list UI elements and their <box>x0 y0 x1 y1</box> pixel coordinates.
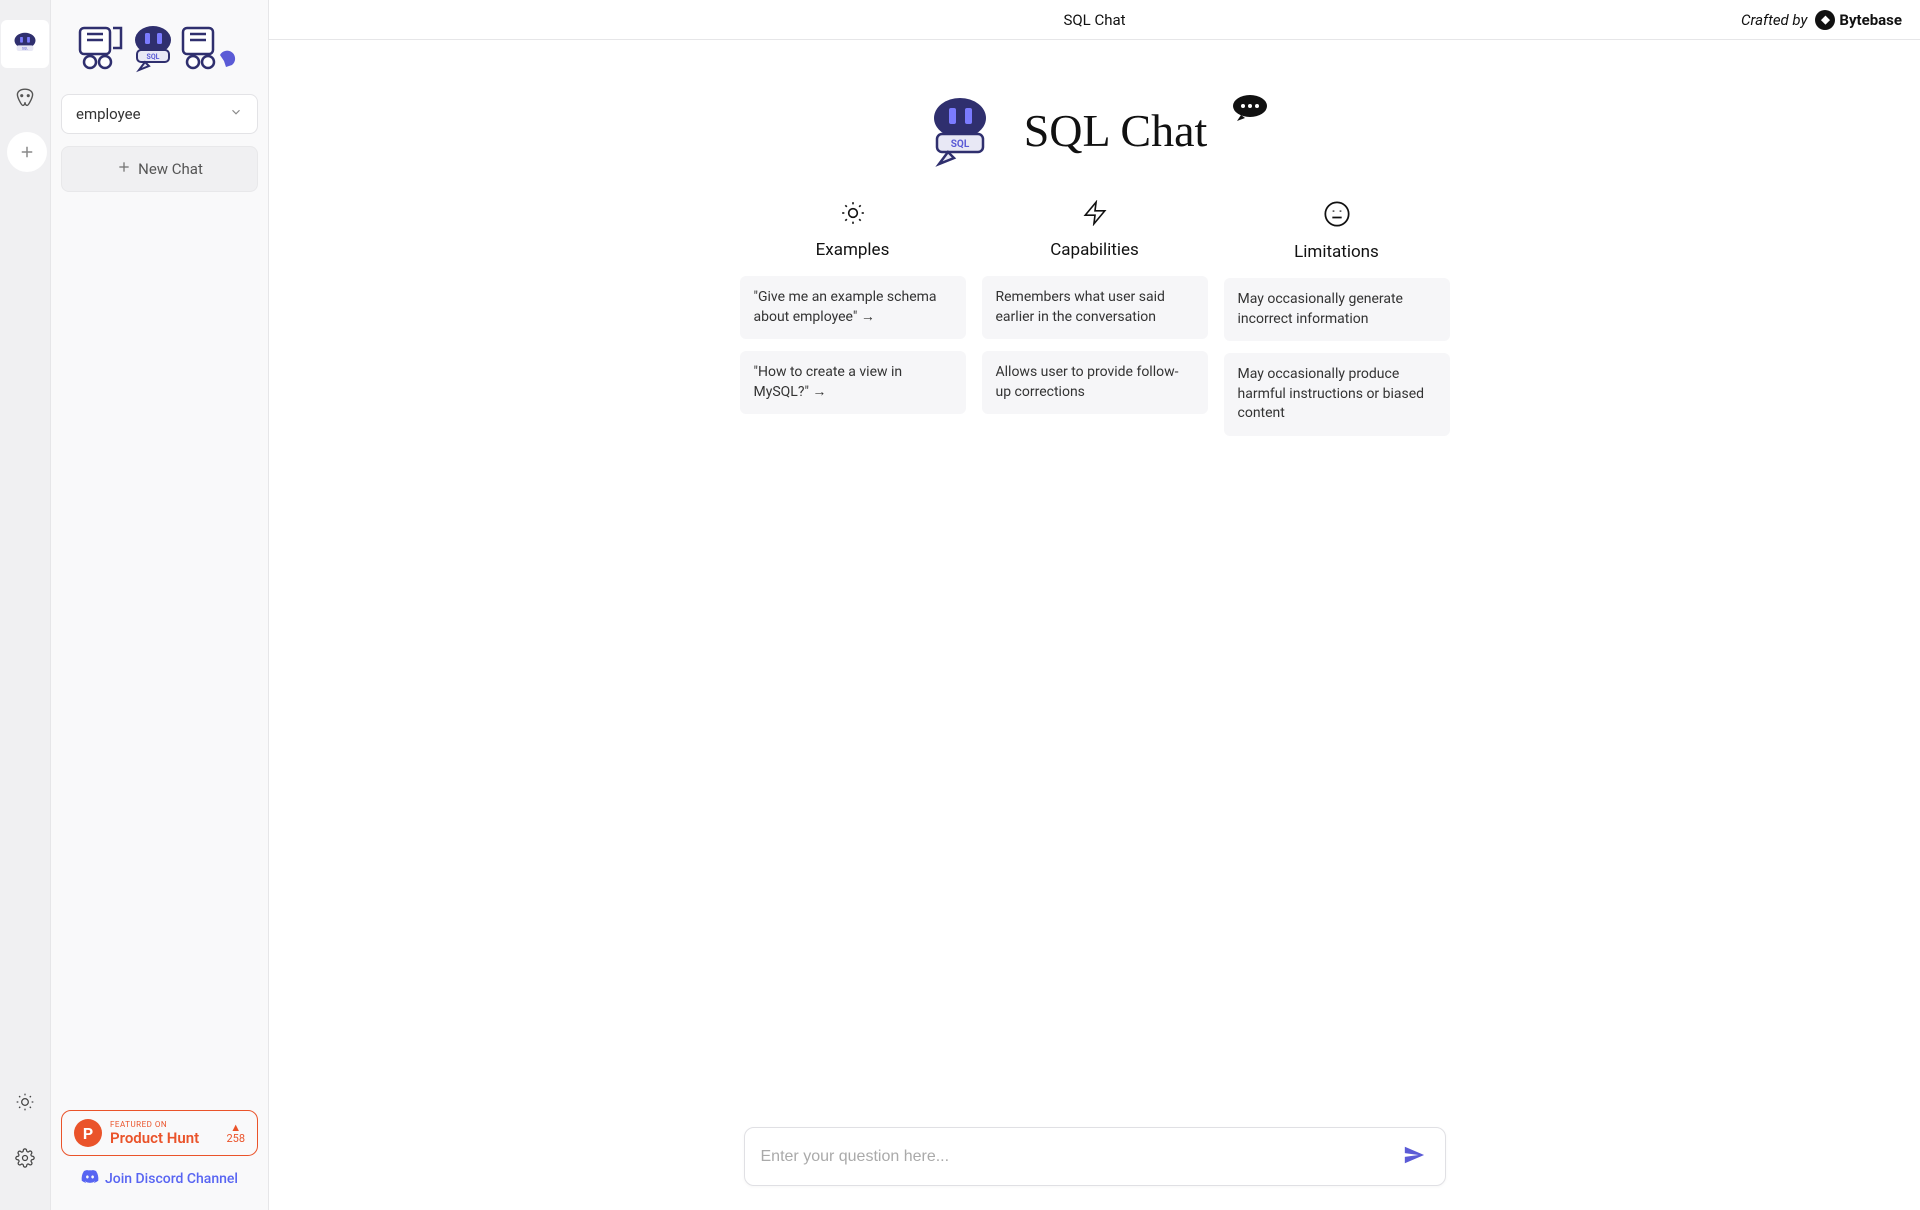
discord-icon <box>81 1168 99 1190</box>
lightning-icon <box>1082 200 1108 230</box>
example-card[interactable]: "How to create a view in MySQL?" → <box>740 351 966 414</box>
svg-text:SQL: SQL <box>146 53 159 61</box>
product-hunt-count: 258 <box>226 1133 245 1144</box>
neutral-face-icon <box>1323 200 1351 232</box>
chevron-down-icon <box>229 105 243 123</box>
product-hunt-badge[interactable]: P FEATURED ON Product Hunt ▲ 258 <box>61 1110 258 1156</box>
sidebar-logo: SQL <box>61 10 258 94</box>
examples-title: Examples <box>816 240 890 260</box>
new-chat-button[interactable]: New Chat <box>61 146 258 192</box>
plus-icon <box>116 159 132 179</box>
discord-label: Join Discord Channel <box>105 1171 238 1187</box>
new-chat-label: New Chat <box>138 160 203 178</box>
example-card[interactable]: "Give me an example schema about employe… <box>740 276 966 339</box>
theme-toggle-icon[interactable] <box>1 1078 49 1126</box>
capability-card: Remembers what user said earlier in the … <box>982 276 1208 339</box>
sun-icon <box>840 200 866 230</box>
content: SQL SQL Chat <box>269 40 1920 1127</box>
bytebase-logo: ◆ Bytebase <box>1815 10 1902 30</box>
main: SQL Chat Crafted by ◆ Bytebase SQL SQL C… <box>269 0 1920 1210</box>
send-button[interactable] <box>1399 1140 1429 1173</box>
chat-input[interactable] <box>761 1148 1399 1166</box>
rail-add-button[interactable] <box>7 132 47 172</box>
hero-robot-icon: SQL <box>920 90 1000 170</box>
rail-chat-icon[interactable]: SQL <box>1 20 49 68</box>
svg-text:SQL: SQL <box>950 139 969 150</box>
capabilities-column: Capabilities Remembers what user said ea… <box>982 200 1208 448</box>
sidebar: SQL employee New Chat P FEATURE <box>51 0 269 1210</box>
limitations-column: Limitations May occasionally generate in… <box>1224 200 1450 448</box>
examples-column: Examples "Give me an example schema abou… <box>740 200 966 448</box>
discord-link[interactable]: Join Discord Channel <box>61 1168 258 1200</box>
limitation-card: May occasionally produce harmful instruc… <box>1224 353 1450 436</box>
capabilities-title: Capabilities <box>1050 240 1139 260</box>
settings-icon[interactable] <box>1 1134 49 1182</box>
crafted-by-label: Crafted by <box>1741 11 1807 29</box>
hero-title: SQL Chat <box>1024 104 1208 157</box>
capability-card: Allows user to provide follow-up correct… <box>982 351 1208 414</box>
database-select-value: employee <box>76 105 141 123</box>
left-rail: SQL <box>0 0 51 1210</box>
database-select[interactable]: employee <box>61 94 258 134</box>
product-hunt-icon: P <box>74 1119 102 1147</box>
chat-input-area <box>744 1127 1446 1186</box>
bytebase-name: Bytebase <box>1839 11 1902 29</box>
limitations-title: Limitations <box>1294 242 1379 262</box>
product-hunt-featured: FEATURED ON <box>110 1120 218 1129</box>
svg-text:SQL: SQL <box>22 47 28 51</box>
rail-postgres-icon[interactable] <box>1 76 49 124</box>
feature-columns: Examples "Give me an example schema abou… <box>740 200 1450 448</box>
limitation-card: May occasionally generate incorrect info… <box>1224 278 1450 341</box>
product-hunt-name: Product Hunt <box>110 1129 218 1147</box>
crafted-by-link[interactable]: Crafted by ◆ Bytebase <box>1741 10 1902 30</box>
speech-bubble-icon <box>1231 93 1269 127</box>
hero: SQL SQL Chat <box>920 90 1270 170</box>
page-title: SQL Chat <box>1063 11 1125 29</box>
header: SQL Chat Crafted by ◆ Bytebase <box>269 0 1920 40</box>
